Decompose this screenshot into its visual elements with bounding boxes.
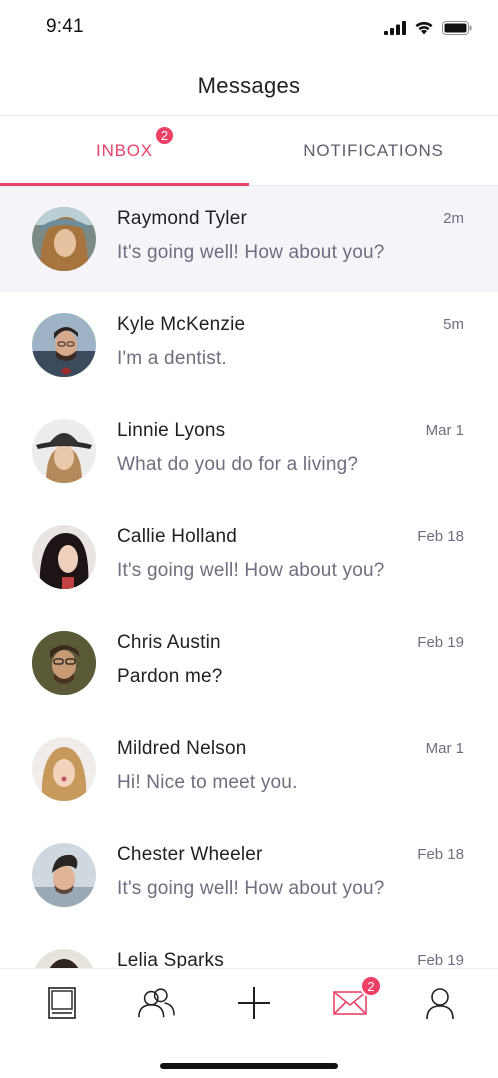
nav-compose[interactable]: [234, 983, 274, 1023]
contact-name: Callie Holland: [117, 526, 238, 547]
message-preview: What do you do for a living?: [117, 454, 359, 475]
message-preview: It's going well! How about you?: [117, 242, 385, 263]
conversation-row[interactable]: Kyle McKenzie I'm a dentist. 5m: [0, 292, 498, 398]
status-bar: 9:41: [0, 0, 498, 56]
conversation-row[interactable]: Callie Holland It's going well! How abou…: [0, 504, 498, 610]
message-time: Mar 1: [425, 740, 464, 757]
contacts-icon: [138, 988, 175, 1018]
battery-icon: [442, 20, 472, 35]
conversation-list: Raymond Tyler It's going well! How about…: [0, 186, 498, 968]
conversation-row[interactable]: Lelia Sparks Feb 19: [0, 928, 498, 968]
message-time: Feb 18: [417, 846, 464, 863]
wifi-icon: [415, 21, 433, 35]
tab-notifications[interactable]: NOTIFICATIONS: [249, 116, 498, 185]
contact-name: Kyle McKenzie: [117, 314, 246, 335]
avatar: [32, 843, 96, 907]
message-time: Mar 1: [425, 422, 464, 439]
message-preview: I'm a dentist.: [117, 348, 227, 369]
newsfeed-icon: [48, 987, 76, 1019]
message-preview: Hi! Nice to meet you.: [117, 772, 298, 793]
tab-notifications-label: NOTIFICATIONS: [303, 140, 444, 160]
nav-newsfeed[interactable]: [42, 983, 82, 1023]
avatar: [32, 631, 96, 695]
nav-profile[interactable]: [420, 983, 460, 1023]
plus-icon: [238, 987, 270, 1019]
contact-name: Chris Austin: [117, 632, 221, 653]
conversation-row[interactable]: Raymond Tyler It's going well! How about…: [0, 186, 498, 292]
contact-name: Raymond Tyler: [117, 208, 248, 229]
status-icons: [384, 20, 472, 35]
message-time: Feb 19: [417, 952, 464, 968]
nav-messages[interactable]: 2: [330, 975, 382, 1023]
message-time: Feb 19: [417, 634, 464, 651]
avatar: [32, 525, 96, 589]
conversation-row[interactable]: Chester Wheeler It's going well! How abo…: [0, 822, 498, 928]
contact-name: Lelia Sparks: [117, 950, 224, 968]
contact-name: Mildred Nelson: [117, 738, 247, 759]
message-time: 2m: [443, 210, 464, 227]
messages-badge: 2: [360, 975, 382, 997]
home-indicator: [160, 1063, 338, 1069]
conversation-row[interactable]: Chris Austin Pardon me? Feb 19: [0, 610, 498, 716]
message-preview: Pardon me?: [117, 666, 223, 687]
nav-contacts[interactable]: [136, 983, 176, 1023]
tab-bar: INBOX 2 NOTIFICATIONS: [0, 116, 498, 186]
tab-inbox-label: INBOX: [96, 140, 153, 160]
message-time: 5m: [443, 316, 464, 333]
conversation-row[interactable]: Linnie Lyons What do you do for a living…: [0, 398, 498, 504]
message-time: Feb 18: [417, 528, 464, 545]
inbox-badge: 2: [153, 124, 175, 146]
contact-name: Chester Wheeler: [117, 844, 263, 865]
tab-inbox[interactable]: INBOX 2: [0, 116, 249, 186]
message-preview: It's going well! How about you?: [117, 560, 385, 581]
conversation-row[interactable]: Mildred Nelson Hi! Nice to meet you. Mar…: [0, 716, 498, 822]
header: Messages: [0, 56, 498, 116]
avatar: [32, 949, 96, 968]
message-preview: It's going well! How about you?: [117, 878, 385, 899]
status-time: 9:41: [46, 16, 84, 37]
page-title: Messages: [197, 72, 301, 98]
contact-name: Linnie Lyons: [117, 420, 226, 441]
avatar: [32, 737, 96, 801]
avatar: [32, 313, 96, 377]
signal-icon: [384, 20, 406, 35]
bottom-nav: 2: [0, 968, 498, 1078]
profile-icon: [426, 988, 454, 1020]
avatar: [32, 419, 96, 483]
avatar: [32, 207, 96, 271]
